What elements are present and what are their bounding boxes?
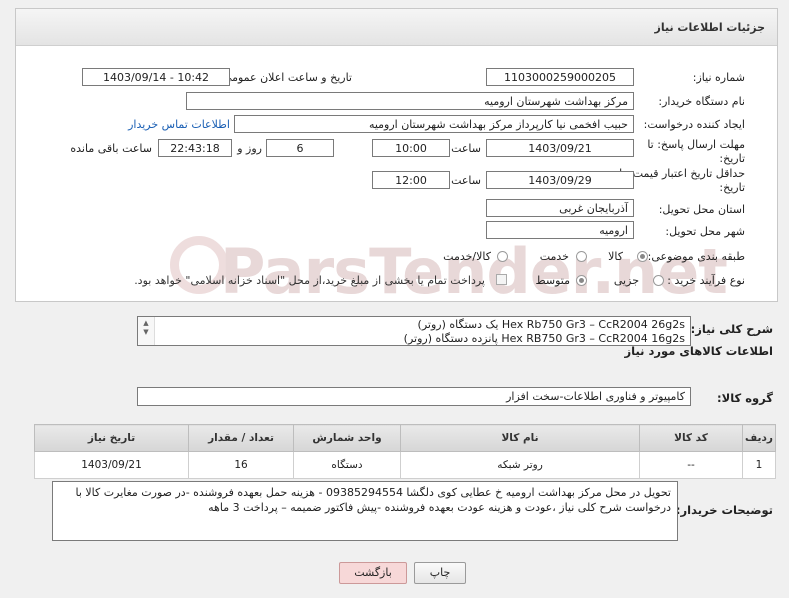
col-header-code: کد کالا [639,424,743,452]
cell-unit: دستگاه [293,451,401,479]
cell-name: روتر شبکه [400,451,640,479]
general-desc-line-1: Hex Rb750 Gr3 – CcR2004 26g2s یک دستگاه … [417,318,685,331]
buyer-contact-link[interactable]: اطلاعات تماس خریدار [128,118,230,131]
scroll-up-icon[interactable]: ▲ [138,319,154,328]
reply-deadline-label: مهلت ارسال پاسخ: تا [647,138,745,151]
goods-group-field: کامپیوتر و فناوری اطلاعات-سخت افزار [137,387,691,406]
col-header-date: تاریخ نیاز [34,424,189,452]
remaining-time-field: 22:43:18 [158,139,232,157]
panel-header: جزئیات اطلاعات نیاز [16,9,777,46]
print-button[interactable]: چاپ [414,562,466,584]
items-table-header: ردیف کد کالا نام کالا واحد شمارش تعداد /… [34,424,776,452]
category-option-goods: کالا [608,250,623,263]
general-desc-textarea[interactable]: ▲ ▼ Hex Rb750 Gr3 – CcR2004 26g2s یک دست… [137,316,691,346]
remaining-label: ساعت باقی مانده [70,142,152,155]
validity-time-label: ساعت [451,174,481,187]
col-header-unit: واحد شمارش [293,424,401,452]
category-radio-service[interactable] [576,251,587,262]
goods-info-title: اطلاعات کالاهای مورد نیاز [624,344,773,358]
treasury-payment-note: پرداخت تمام یا بخشی از مبلغ خرید،از محل … [134,274,485,287]
cell-date: 1403/09/21 [34,451,189,479]
reply-time-field: 10:00 [372,139,450,157]
treasury-payment-checkbox[interactable] [496,274,507,285]
panel-title: جزئیات اطلاعات نیاز [654,21,766,34]
process-label: نوع فرآیند خرید : [667,274,745,287]
buyer-org-label: نام دستگاه خریدار: [658,95,745,108]
days-label: روز و [237,142,262,155]
reply-date-field: 1403/09/21 [486,139,634,157]
announce-datetime-value: 1403/09/14 - 10:42 [102,71,210,84]
buyer-notes-label: توضیحات خریدار: [675,503,773,517]
province-field: آذربایجان غربی [486,199,634,217]
province-label: استان محل تحویل: [658,203,745,216]
category-label: طبقه بندی موضوعی: [647,250,745,263]
city-label: شهر محل تحویل: [665,225,745,238]
reply-time-label: ساعت [451,142,481,155]
category-option-goods-service: کالا/خدمت [443,250,491,263]
process-option-medium: متوسط [535,274,570,287]
remaining-days-field: 6 [266,139,334,157]
buyer-notes-textarea[interactable]: تحویل در محل مرکز بهداشت ارومیه خ عطایی … [52,481,678,541]
col-header-qty: تعداد / مقدار [188,424,294,452]
process-option-minor: جزیی [613,274,639,287]
goods-group-label: گروه کالا: [717,391,773,405]
category-radio-goods[interactable] [637,251,648,262]
need-number-field: 1103000259000205 [486,68,634,86]
process-radio-minor[interactable] [653,275,664,286]
general-desc-label: شرح کلی نیاز: [690,322,773,336]
reply-deadline-label-date: تاریخ: [719,152,745,165]
validity-date-field: 1403/09/29 [486,171,634,189]
col-header-row: ردیف [742,424,776,452]
need-number-label: شماره نیاز: [692,71,745,84]
validity-label-date: تاریخ: [719,181,745,194]
textarea-scrollbar[interactable]: ▲ ▼ [138,317,155,345]
items-table: ردیف کد کالا نام کالا واحد شمارش تعداد /… [34,424,776,479]
process-radio-medium[interactable] [576,275,587,286]
buyer-org-field: مرکز بهداشت شهرستان ارومیه [186,92,634,110]
cell-qty: 16 [188,451,294,479]
col-header-name: نام کالا [400,424,640,452]
requester-label: ایجاد کننده درخواست: [643,118,745,131]
back-button[interactable]: بازگشت [339,562,407,584]
category-option-service: خدمت [539,250,569,263]
scroll-down-icon[interactable]: ▼ [138,328,154,337]
announce-label: تاریخ و ساعت اعلان عمومی: [219,71,352,84]
cell-row: 1 [742,451,776,479]
cell-code: -- [639,451,743,479]
validity-time-field: 12:00 [372,171,450,189]
validity-label: حداقل تاریخ اعتبار قیمت: تا [619,167,745,180]
city-field: ارومیه [486,221,634,239]
table-row: 1 -- روتر شبکه دستگاه 16 1403/09/21 [34,451,776,479]
category-radio-goods-service[interactable] [497,251,508,262]
requester-field: حبیب افخمی نیا کارپرداز مرکز بهداشت شهرس… [234,115,634,133]
announce-datetime-field: 1403/09/14 - 10:42 [82,68,230,86]
